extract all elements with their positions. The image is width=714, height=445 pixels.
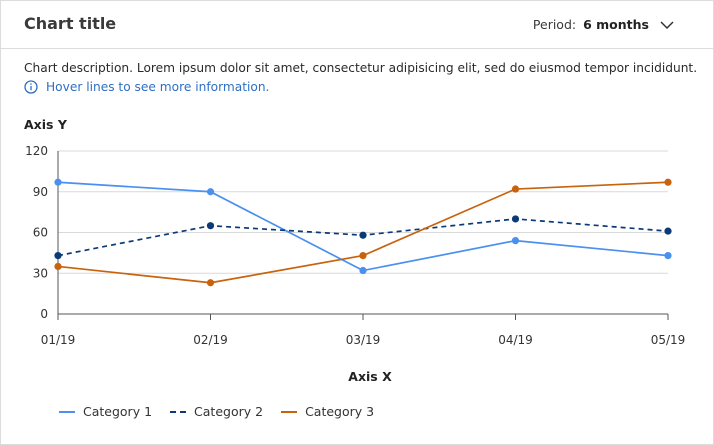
x-tick-label: 02/19	[193, 333, 228, 347]
data-point[interactable]	[359, 266, 367, 275]
chevron-down-icon[interactable]	[657, 15, 677, 35]
data-point[interactable]	[206, 188, 215, 196]
y-tick-label: 0	[40, 307, 48, 321]
hover-hint-text: Hover lines to see more information.	[46, 80, 270, 94]
line-chart: Axis Y 0 30 60 90 120 01/19 02/19 03/19 04/19 05…	[24, 117, 686, 384]
legend-item-category-1[interactable]: Category 1	[59, 404, 152, 419]
y-axis-ticks: 0 30 60 90 120	[25, 144, 48, 321]
data-point[interactable]	[54, 251, 62, 260]
legend-label: Category 2	[194, 404, 264, 419]
info-icon	[24, 80, 38, 94]
legend-label: Category 1	[83, 404, 153, 419]
data-point[interactable]	[54, 262, 62, 271]
card-header: Chart title Period: 6 months	[1, 1, 713, 49]
legend-item-category-3[interactable]: Category 3	[281, 404, 374, 419]
data-point[interactable]	[206, 279, 215, 287]
data-point[interactable]	[511, 185, 520, 193]
legend-item-category-2[interactable]: Category 2	[170, 404, 263, 419]
x-tick-label: 04/19	[498, 333, 533, 347]
legend-label: Category 3	[305, 404, 375, 419]
data-point[interactable]	[54, 178, 62, 186]
x-tick-label: 01/19	[41, 333, 76, 347]
data-point[interactable]	[511, 237, 520, 245]
x-tick-label: 05/19	[651, 333, 686, 347]
data-point[interactable]	[359, 251, 367, 260]
period-value: 6 months	[583, 17, 649, 32]
chart-description: Chart description. Lorem ipsum dolor sit…	[24, 61, 698, 75]
chart-legend: Category 1 Category 2 Category 3	[59, 404, 392, 419]
hover-hint[interactable]: Hover lines to see more information.	[24, 80, 269, 94]
period-label: Period:	[532, 17, 577, 32]
data-point[interactable]	[664, 251, 672, 260]
data-point[interactable]	[664, 178, 672, 186]
data-point[interactable]	[206, 222, 215, 230]
legend-swatch	[170, 410, 187, 413]
x-axis-ticks: 01/19 02/19 03/19 04/19 05/19	[41, 314, 686, 347]
chart-title: Chart title	[24, 14, 117, 33]
y-tick-label: 30	[33, 266, 48, 280]
legend-swatch	[281, 410, 298, 413]
legend-swatch	[59, 410, 75, 413]
y-tick-label: 90	[33, 185, 48, 199]
x-axis-title: Axis X	[348, 369, 392, 384]
chart-card: Chart title Period: 6 months Chart descri…	[0, 0, 714, 445]
period-selector[interactable]: Period: 6 months	[533, 17, 649, 32]
data-point[interactable]	[664, 227, 672, 235]
x-tick-label: 03/19	[346, 333, 381, 347]
y-axis-title: Axis Y	[24, 117, 68, 132]
y-tick-label: 120	[25, 144, 48, 158]
data-point[interactable]	[511, 215, 520, 223]
data-point[interactable]	[359, 231, 367, 239]
y-tick-label: 60	[33, 226, 48, 240]
